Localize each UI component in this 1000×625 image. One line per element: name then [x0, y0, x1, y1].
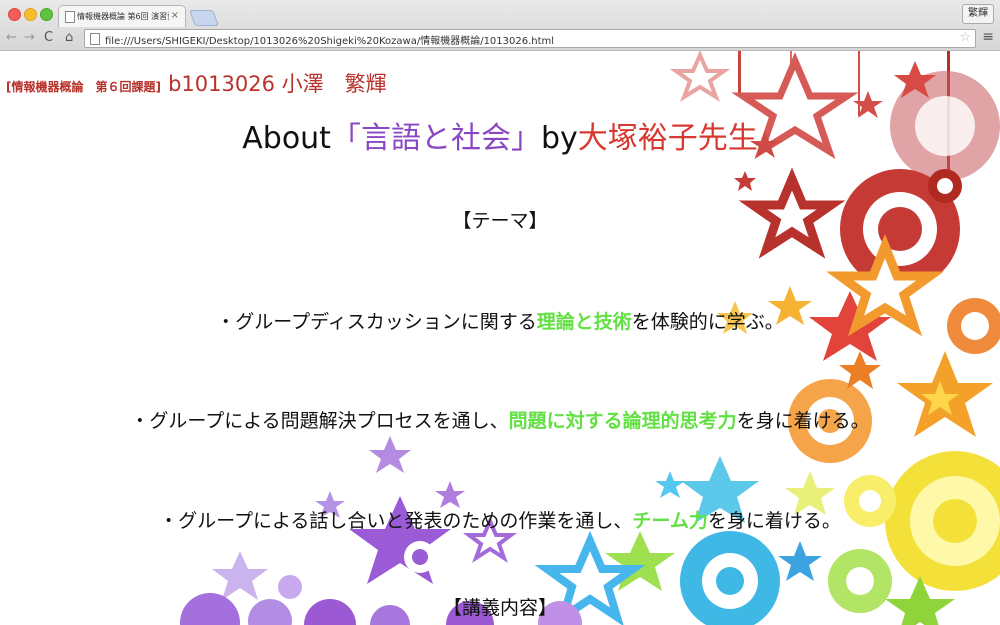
- theme-item-2-emphasis: 問題に対する論理的思考力: [508, 410, 737, 432]
- profile-button[interactable]: 繁輝: [962, 4, 994, 24]
- page-icon: [65, 11, 75, 23]
- theme-item-3-pre: ・グループによる話し合いと発表のための作業を通し、: [159, 510, 633, 532]
- browser-tab[interactable]: 情報機器概論 第6回 演習資料 ×: [58, 5, 186, 27]
- theme-item-1-emphasis: 理論と技術: [536, 311, 632, 333]
- theme-item-3: ・グループによる話し合いと発表のための作業を通し、チーム力を身に着ける。: [0, 506, 1000, 533]
- theme-header: 【テーマ】: [452, 210, 548, 232]
- browser-chrome: 情報機器概論 第6回 演習資料 × 繁輝 ← → C ⌂ file:///Use…: [0, 0, 1000, 51]
- hamburger-menu-icon[interactable]: ≡: [982, 29, 994, 45]
- url-text[interactable]: file:///Users/SHIGEKI/Desktop/1013026%20…: [105, 32, 554, 47]
- page-icon: [90, 33, 100, 45]
- tab-title: 情報機器概論 第6回 演習資料: [77, 12, 169, 21]
- theme-item-1-pre: ・グループディスカッションに関する: [216, 311, 537, 333]
- title-by: by: [540, 121, 578, 156]
- forward-arrow-icon[interactable]: →: [24, 30, 35, 46]
- back-arrow-icon[interactable]: ←: [6, 30, 17, 46]
- theme-item-3-emphasis: チーム力: [632, 510, 708, 532]
- reload-icon[interactable]: C: [44, 30, 53, 46]
- title-lecturer: 大塚裕子先生: [577, 121, 758, 156]
- new-tab-button[interactable]: [189, 10, 219, 26]
- lecture-header: 【講義内容】: [442, 597, 557, 619]
- address-bar[interactable]: file:///Users/SHIGEKI/Desktop/1013026%20…: [84, 29, 976, 48]
- window-maximize-button[interactable]: [40, 8, 53, 21]
- tab-bar: 情報機器概論 第6回 演習資料 × 繁輝: [0, 0, 1000, 27]
- tab-close-icon[interactable]: ×: [171, 10, 179, 21]
- page-content: [情報機器概論 第６回課題] b1013026 小澤 繁輝 About「言語と社…: [0, 51, 1000, 625]
- course-label: [情報機器概論 第６回課題]: [6, 80, 161, 94]
- page-title: About「言語と社会」by大塚裕子先生: [0, 113, 1000, 157]
- theme-item-2: ・グループによる問題解決プロセスを通し、問題に対する論理的思考力を身に着ける。: [0, 406, 1000, 433]
- page-viewport: [情報機器概論 第６回課題] b1013026 小澤 繁輝 About「言語と社…: [0, 51, 1000, 625]
- course-header: [情報機器概論 第６回課題] b1013026 小澤 繁輝: [6, 68, 387, 98]
- window-minimize-button[interactable]: [24, 8, 37, 21]
- theme-item-2-post: を身に着ける。: [736, 410, 870, 432]
- home-icon[interactable]: ⌂: [65, 30, 73, 46]
- title-topic: 「言語と社会」: [330, 121, 541, 156]
- window-close-button[interactable]: [8, 8, 21, 21]
- theme-item-3-post: を身に着ける。: [707, 510, 841, 532]
- theme-item-1: ・グループディスカッションに関する理論と技術を体験的に学ぶ。: [0, 307, 1000, 334]
- star-icon[interactable]: ☆: [959, 30, 971, 45]
- theme-item-2-pre: ・グループによる問題解決プロセスを通し、: [130, 410, 509, 432]
- toolbar: ← → C ⌂ file:///Users/SHIGEKI/Desktop/10…: [0, 27, 1000, 50]
- title-about: About: [242, 121, 331, 156]
- student-name: b1013026 小澤 繁輝: [168, 72, 387, 96]
- theme-item-1-post: を体験的に学ぶ。: [631, 311, 784, 333]
